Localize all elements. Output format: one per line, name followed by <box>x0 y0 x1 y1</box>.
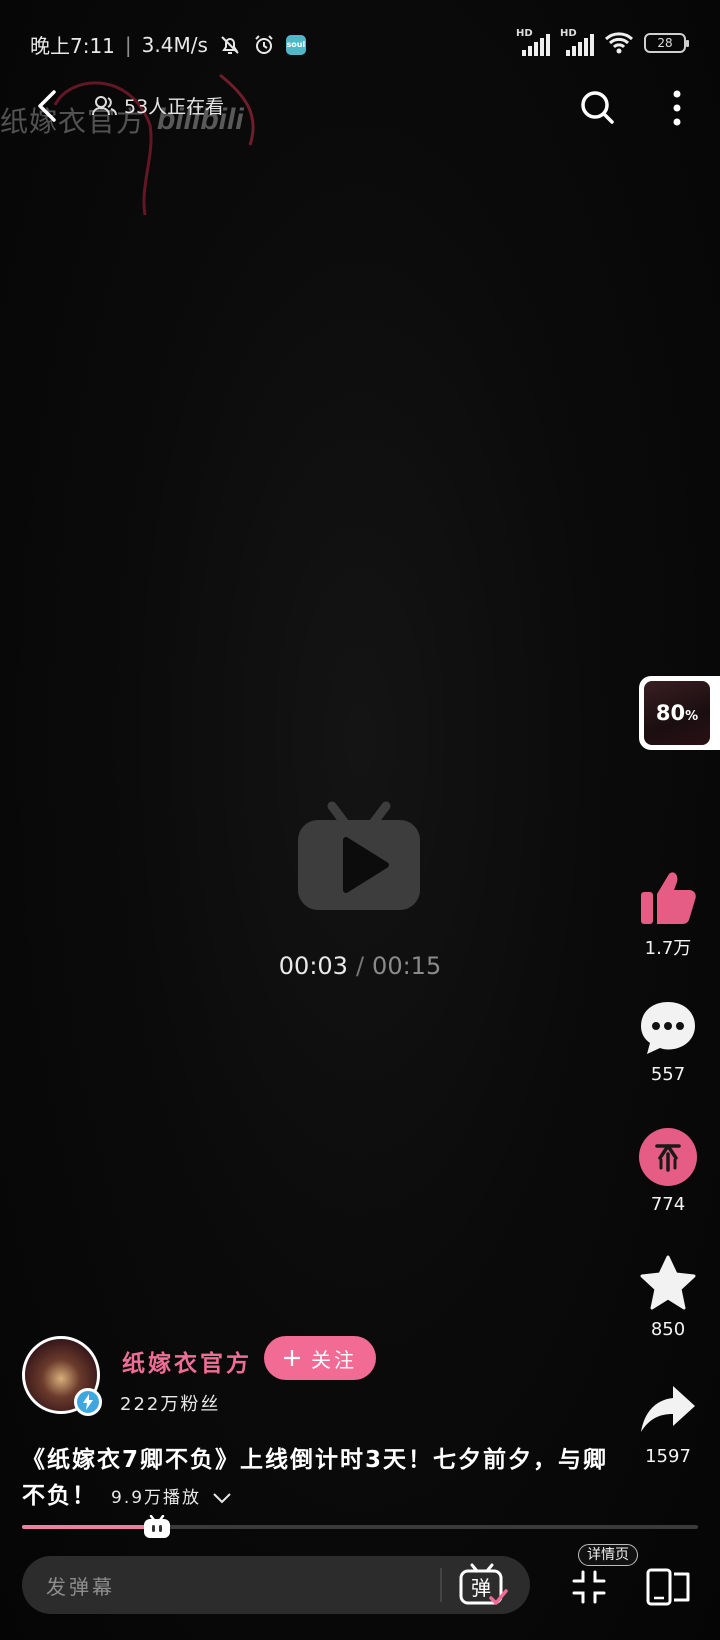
play-count: 9.9万播放 <box>111 1488 232 1508</box>
video-frame-streak <box>53 73 255 216</box>
more-vertical-icon <box>673 90 681 126</box>
favorite-count: 850 <box>650 1319 686 1340</box>
seek-bar-fill <box>22 1525 147 1529</box>
chevron-left-icon <box>38 90 56 122</box>
follow-label: 关注 <box>311 1347 357 1372</box>
coin-button[interactable]: 774 <box>628 1128 708 1215</box>
seek-thumb-tv-icon[interactable] <box>143 1515 171 1539</box>
like-button[interactable]: 1.7万 <box>628 870 708 960</box>
danmaku-divider <box>440 1568 442 1602</box>
app-notification-icon: soul <box>285 34 306 55</box>
danmaku-tv-icon: 弹 <box>459 1563 508 1605</box>
status-time: 晚上7:11 <box>30 34 115 58</box>
watch-progress-card[interactable]: 80% <box>639 676 720 750</box>
more-options-button[interactable] <box>660 86 694 130</box>
svg-text:弹: 弹 <box>471 1576 491 1600</box>
verified-lightning-icon <box>74 1388 102 1416</box>
details-page-tip[interactable]: 详情页 <box>578 1544 638 1566</box>
viewers-icon <box>92 95 117 115</box>
time-separator: / <box>355 952 365 980</box>
bell-muted-icon <box>221 35 239 54</box>
phone-layout-icon <box>646 1568 690 1606</box>
battery-icon: 28 <box>644 33 689 53</box>
share-arrow-icon <box>641 1386 695 1432</box>
exit-fullscreen-button[interactable] <box>572 1570 606 1604</box>
signal-icon: HD <box>516 28 550 56</box>
video-title: 《纸嫁衣7卿不负》上线倒计时3天！七夕前夕，与卿不负！ <box>22 1447 609 1509</box>
timecode: 00:03/00:15 <box>0 952 720 980</box>
star-icon <box>640 1255 696 1310</box>
play-button[interactable] <box>296 792 422 912</box>
back-button[interactable] <box>28 84 68 128</box>
status-net-speed: 3.4M/s <box>141 32 208 57</box>
status-bar-left: 晚上7:11 | 3.4M/s soul <box>30 30 306 59</box>
status-separator: | <box>124 32 132 57</box>
collapse-icon <box>572 1570 606 1604</box>
danmaku-placeholder: 发弹幕 <box>46 1574 115 1599</box>
favorite-button[interactable]: 850 <box>628 1255 708 1340</box>
alarm-icon <box>255 34 273 54</box>
watch-progress-thumbnail: 80% <box>644 681 710 745</box>
comment-bubble-icon <box>641 1002 695 1054</box>
current-time: 00:03 <box>278 952 348 980</box>
signal-icon: HD <box>560 28 594 56</box>
fans-count: 222万粉丝 <box>120 1394 221 1415</box>
coin-count: 774 <box>650 1194 686 1215</box>
search-button[interactable] <box>578 88 618 128</box>
thumbs-up-icon <box>641 872 696 924</box>
like-count: 1.7万 <box>644 938 692 959</box>
share-count: 1597 <box>645 1446 691 1467</box>
search-icon <box>581 91 614 124</box>
watch-progress-value: 80% <box>655 701 699 725</box>
danmaku-input[interactable]: 发弹幕 <box>22 1556 530 1614</box>
wifi-icon <box>604 32 634 54</box>
follow-button[interactable]: 关注 <box>264 1336 376 1380</box>
tv-play-icon <box>298 801 420 910</box>
danmaku-toggle-button[interactable]: 弹 <box>458 1562 508 1608</box>
comment-count: 557 <box>650 1064 686 1085</box>
total-time: 00:15 <box>372 952 442 980</box>
portrait-layout-button[interactable] <box>646 1568 692 1606</box>
video-title-block[interactable]: 《纸嫁衣7卿不负》上线倒计时3天！七夕前夕，与卿不负！ 9.9万播放 <box>22 1442 612 1516</box>
status-bar-right: HD HD 28 <box>516 28 689 56</box>
watching-count: 53人正在看 <box>92 92 224 119</box>
plus-icon <box>284 1350 300 1366</box>
comment-button[interactable]: 557 <box>628 1000 708 1085</box>
watching-label: 53人正在看 <box>124 96 225 118</box>
coin-icon <box>639 1128 697 1186</box>
share-button[interactable]: 1597 <box>628 1382 708 1467</box>
author-name[interactable]: 纸嫁衣官方 <box>122 1344 252 1378</box>
chevron-down-icon[interactable] <box>212 1491 232 1505</box>
